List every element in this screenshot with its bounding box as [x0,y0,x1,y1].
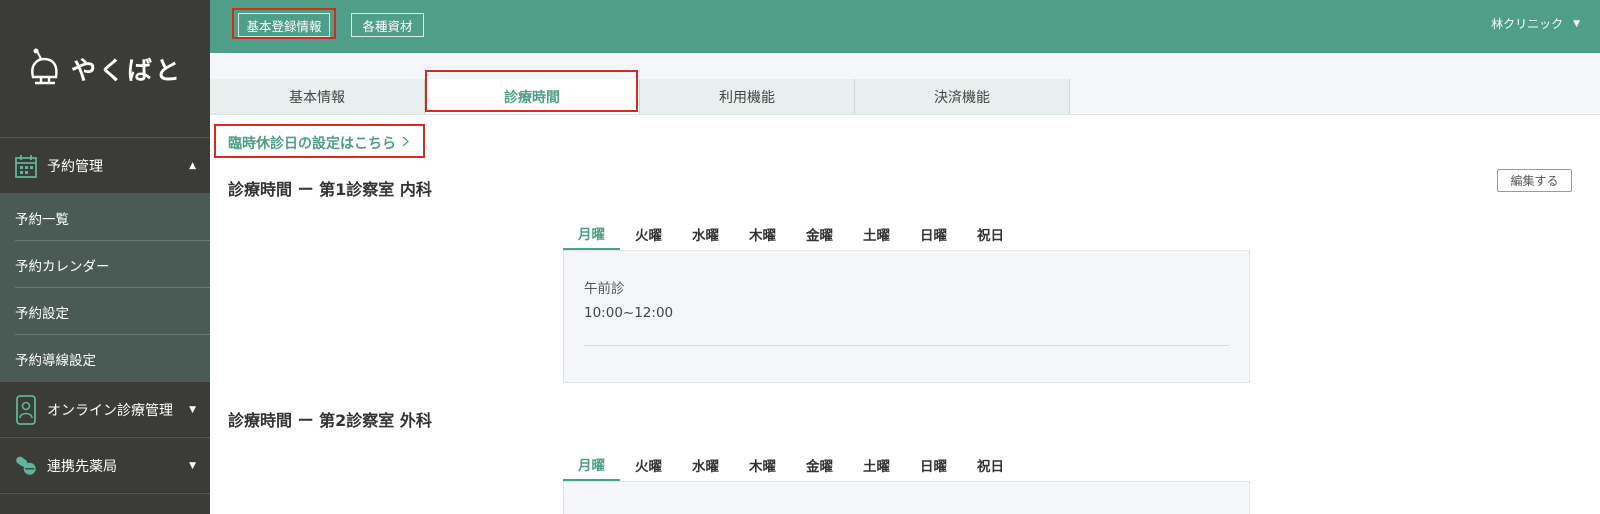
sidebar-section-label: オンライン診療管理 [47,402,173,419]
day-tab-mon[interactable]: 月曜 [563,449,620,481]
temporary-holiday-link[interactable]: 臨時休診日の設定はこちら [228,133,409,153]
divider [584,345,1229,346]
logo-text: やくばと [70,55,183,85]
tab-consultation-hours[interactable]: 診療時間 [425,79,640,114]
pills-icon [14,451,38,481]
tab-basic-info[interactable]: 基本情報 [210,79,425,114]
sidebar-item-reservation-flow[interactable]: 予約導線設定 [0,335,210,382]
day-tab-wed[interactable]: 水曜 [677,218,734,250]
sidebar-section-partner-pharmacy[interactable]: 連携先薬局 ▼ [0,438,210,494]
day-tab-sun[interactable]: 日曜 [905,218,962,250]
day-tab-tue[interactable]: 火曜 [620,449,677,481]
day-tab-fri[interactable]: 金曜 [791,218,848,250]
clinic-name: 林クリニック [1491,17,1564,31]
caret-up-icon: ▲ [189,160,196,171]
sidebar-item-reservation-calendar[interactable]: 予約カレンダー [0,241,210,288]
chevron-right-icon [402,135,409,151]
sidebar-section-label: 連携先薬局 [47,458,117,475]
top-bar: 基本登録情報 各種資材 林クリニック ▼ [210,0,1600,53]
caret-down-icon: ▼ [189,404,196,415]
schedule-panel [563,481,1250,514]
materials-button[interactable]: 各種資材 [351,13,424,37]
day-tab-mon[interactable]: 月曜 [563,218,620,250]
tab-features[interactable]: 利用機能 [640,79,855,114]
sidebar-item-reservation-list[interactable]: 予約一覧 [0,194,210,241]
day-tab-sat[interactable]: 土曜 [848,218,905,250]
sidebar-section-reservations[interactable]: 予約管理 ▲ [0,138,210,194]
basic-registration-button[interactable]: 基本登録情報 [238,13,330,37]
day-tabs: 月曜 火曜 水曜 木曜 金曜 土曜 日曜 祝日 [563,449,1019,481]
tab-payment[interactable]: 決済機能 [855,79,1070,114]
edit-button[interactable]: 編集する [1497,169,1572,192]
slot-time: 10:00~12:00 [584,305,674,321]
day-tab-thu[interactable]: 木曜 [734,218,791,250]
phone-doctor-icon [14,394,38,425]
slot-name: 午前診 [584,281,625,297]
caret-down-icon: ▼ [1573,18,1580,29]
main-content: 基本情報 診療時間 利用機能 決済機能 臨時休診日の設定はこちら 編集する 診療… [210,53,1600,514]
sidebar-item-reservation-settings[interactable]: 予約設定 [0,288,210,335]
clinic-menu[interactable]: 林クリニック ▼ [1491,15,1580,32]
logo[interactable]: やくばと [0,0,210,138]
sidebar-section-label: 予約管理 [47,158,103,175]
logo-icon [27,47,63,91]
holiday-link-label: 臨時休診日の設定はこちら [228,136,396,152]
day-tab-wed[interactable]: 水曜 [677,449,734,481]
day-tab-tue[interactable]: 火曜 [620,218,677,250]
schedule-panel: 午前診 10:00~12:00 [563,250,1250,383]
calendar-icon [14,151,38,181]
day-tab-sun[interactable]: 日曜 [905,449,962,481]
day-tab-holiday[interactable]: 祝日 [962,218,1019,250]
section-title: 診療時間 ー 第2診察室 外科 [228,411,432,430]
day-tab-fri[interactable]: 金曜 [791,449,848,481]
tab-bar: 基本情報 診療時間 利用機能 決済機能 [210,53,1600,115]
caret-down-icon: ▼ [189,460,196,471]
day-tab-sat[interactable]: 土曜 [848,449,905,481]
day-tab-thu[interactable]: 木曜 [734,449,791,481]
sidebar-section-online-consult[interactable]: オンライン診療管理 ▼ [0,382,210,438]
reservation-submenu: 予約一覧 予約カレンダー 予約設定 予約導線設定 [0,194,210,382]
sidebar: やくばと 予約管理 ▲ 予約一覧 予約カレンダー 予約設定 予約導線設定 オンラ… [0,0,210,514]
day-tab-holiday[interactable]: 祝日 [962,449,1019,481]
day-tabs: 月曜 火曜 水曜 木曜 金曜 土曜 日曜 祝日 [563,218,1019,250]
section-title: 診療時間 ー 第1診察室 内科 [228,180,432,199]
